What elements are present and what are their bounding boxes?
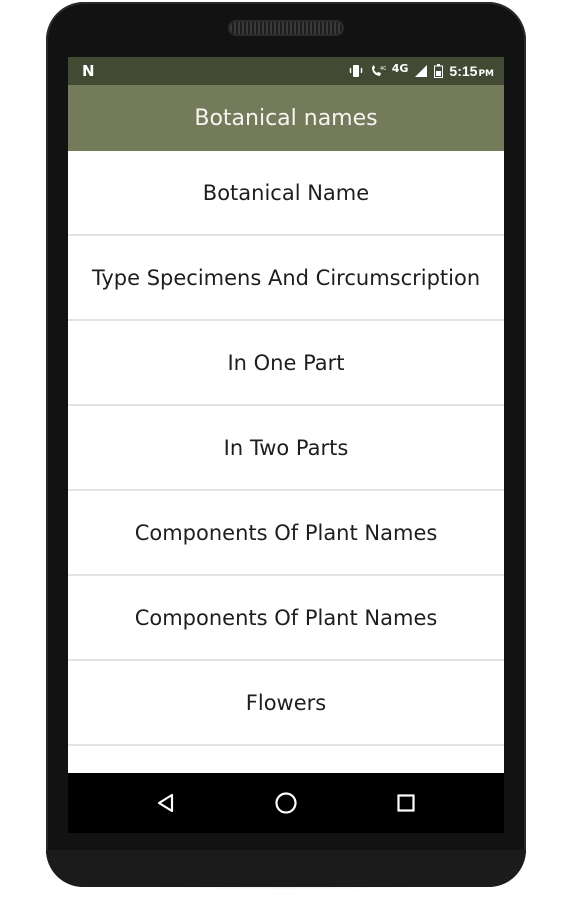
notification-n-icon: N xyxy=(82,62,95,80)
list-item[interactable]: In One Part xyxy=(68,321,504,406)
status-icons: 4G 4G 5:15PM xyxy=(348,61,494,81)
phone-speaker-grille xyxy=(230,22,342,34)
app-toolbar: Botanical names xyxy=(68,85,504,151)
list-item[interactable]: Components Of Plant Names xyxy=(68,576,504,661)
svg-text:4G: 4G xyxy=(380,66,386,72)
canvas: N 4G 4G 5:15PM Botanical names Botanical… xyxy=(0,0,571,900)
signal-strength-icon xyxy=(414,64,428,78)
network-type-label: 4G xyxy=(391,61,409,75)
app-screen: N 4G 4G 5:15PM Botanical names Botanical… xyxy=(68,57,504,773)
list-item[interactable]: Botanical Name xyxy=(68,151,504,236)
toolbar-title: Botanical names xyxy=(194,105,378,131)
back-triangle-icon[interactable] xyxy=(152,789,180,817)
hd-voice-call-icon: 4G xyxy=(370,64,386,78)
recents-square-icon[interactable] xyxy=(392,789,420,817)
list-item-label: In Two Parts xyxy=(223,435,349,460)
topic-list[interactable]: Botanical Name Type Specimens And Circum… xyxy=(68,151,504,773)
list-item[interactable]: In Two Parts xyxy=(68,406,504,491)
android-nav-bar xyxy=(68,773,504,833)
list-item[interactable]: Type Specimens And Circumscription xyxy=(68,236,504,321)
list-item[interactable] xyxy=(68,746,504,773)
list-item-label: Flowers xyxy=(245,690,327,715)
clock-ampm: PM xyxy=(478,69,494,79)
clock-time: 5:15 xyxy=(449,63,478,79)
vibrate-icon xyxy=(348,64,364,78)
list-item-label: Type Specimens And Circumscription xyxy=(91,265,481,290)
phone-chin xyxy=(46,850,526,887)
list-item-label: Components Of Plant Names xyxy=(134,605,438,630)
clock: 5:15PM xyxy=(449,63,494,79)
list-item[interactable]: Components Of Plant Names xyxy=(68,491,504,576)
status-bar: N 4G 4G 5:15PM xyxy=(68,57,504,85)
home-circle-icon[interactable] xyxy=(272,789,300,817)
list-item-label: Botanical Name xyxy=(202,180,370,205)
battery-icon xyxy=(434,64,444,78)
list-item-label: In One Part xyxy=(227,350,345,375)
list-item[interactable]: Flowers xyxy=(68,661,504,746)
list-item-label: Components Of Plant Names xyxy=(134,520,438,545)
